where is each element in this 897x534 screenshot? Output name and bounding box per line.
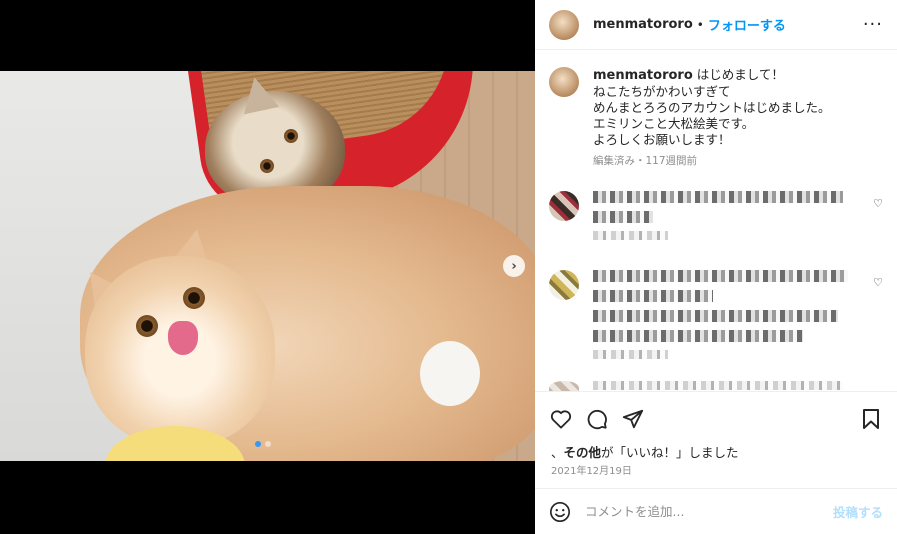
redacted-meta <box>593 350 668 359</box>
likes-prefix: 、 <box>551 445 564 460</box>
likes-suffix: が「いいね！」しました <box>601 445 739 460</box>
post-actions <box>535 391 897 446</box>
redacted-text <box>593 310 838 322</box>
caption-line: よろしくお願いします！ <box>593 132 731 147</box>
carousel-indicator <box>255 441 271 447</box>
redacted-text <box>593 211 653 223</box>
caption-line: はじめまして！ <box>696 67 784 82</box>
big-cat-tongue <box>168 321 198 355</box>
caption-meta: 編集済み・117週間前 <box>593 155 698 167</box>
small-kitten-eye <box>284 129 298 143</box>
comment-body-redacted <box>593 191 853 248</box>
caption-first-line: menmatororo はじめまして！ <box>593 67 831 84</box>
commenter-avatar[interactable] <box>549 270 579 300</box>
heart-icon <box>550 410 572 429</box>
smiley-icon <box>550 501 570 522</box>
post-header: menmatororo • フォローする ··· <box>535 0 897 50</box>
more-horizontal-icon: ··· <box>862 14 883 35</box>
author-avatar[interactable] <box>549 9 579 40</box>
caption-username[interactable]: menmatororo <box>593 68 693 83</box>
likes-summary: 、その他が「いいね！」しました <box>551 442 739 461</box>
share-button[interactable] <box>621 407 645 431</box>
post-date[interactable]: 2021年12月19日 <box>551 462 632 477</box>
comment-like-button[interactable]: ♡ <box>873 276 883 289</box>
emoji-button[interactable] <box>549 501 571 523</box>
post-comment-button[interactable]: 投稿する <box>833 502 883 521</box>
comment-icon <box>587 409 607 430</box>
commenter-avatar[interactable] <box>549 381 579 391</box>
bookmark-icon <box>863 409 879 429</box>
caption-line: ねこたちがかわいすぎて <box>593 84 731 99</box>
big-cat-eye <box>183 287 205 309</box>
save-button[interactable] <box>859 407 883 431</box>
small-kitten-eye <box>260 159 274 173</box>
comment-body-redacted <box>593 381 853 391</box>
likes-others-link[interactable]: その他 <box>564 445 602 460</box>
post-caption: menmatororo はじめまして！ ねこたちがかわいすぎて めんまとろろのアカ… <box>549 67 883 169</box>
caption-line: エミリンこと大松絵美です。 <box>593 116 755 131</box>
redacted-text <box>593 290 713 302</box>
like-button[interactable] <box>549 407 573 431</box>
caption-body: menmatororo はじめまして！ ねこたちがかわいすぎて めんまとろろのアカ… <box>593 67 831 169</box>
comment-input[interactable] <box>585 504 833 519</box>
post-media: › <box>0 0 535 534</box>
post-side-panel: menmatororo • フォローする ··· menmatororo はじめま… <box>535 0 897 534</box>
post-photo[interactable] <box>0 71 535 461</box>
chevron-right-icon: › <box>511 258 517 274</box>
header-separator: • <box>696 17 704 32</box>
heart-outline-icon: ♡ <box>873 276 883 289</box>
redacted-text <box>593 270 848 282</box>
comments-list[interactable]: menmatororo はじめまして！ ねこたちがかわいすぎて めんまとろろのアカ… <box>535 51 897 391</box>
redacted-meta <box>593 231 668 240</box>
send-icon <box>622 409 644 429</box>
caption-line: めんまとろろのアカウントはじめました。 <box>593 100 831 115</box>
comment-item <box>549 381 883 391</box>
comment-body-redacted <box>593 270 853 367</box>
carousel-next-button[interactable]: › <box>503 255 525 277</box>
big-cat-paw <box>420 341 480 406</box>
heart-outline-icon: ♡ <box>873 197 883 210</box>
redacted-text <box>593 330 803 342</box>
add-comment-bar: 投稿する <box>535 488 897 534</box>
follow-button[interactable]: フォローする <box>708 15 786 34</box>
redacted-text <box>593 191 843 203</box>
comment-button[interactable] <box>585 407 609 431</box>
comment-item: ♡ <box>549 270 883 367</box>
comment-like-button[interactable]: ♡ <box>873 197 883 210</box>
author-username[interactable]: menmatororo <box>593 17 693 32</box>
big-cat-eye <box>136 315 158 337</box>
carousel-dot <box>265 441 271 447</box>
more-options-button[interactable]: ··· <box>863 14 883 35</box>
comment-item: ♡ <box>549 191 883 248</box>
commenter-avatar[interactable] <box>549 191 579 221</box>
author-avatar[interactable] <box>549 67 579 97</box>
redacted-text <box>593 381 843 390</box>
carousel-dot-active <box>255 441 261 447</box>
